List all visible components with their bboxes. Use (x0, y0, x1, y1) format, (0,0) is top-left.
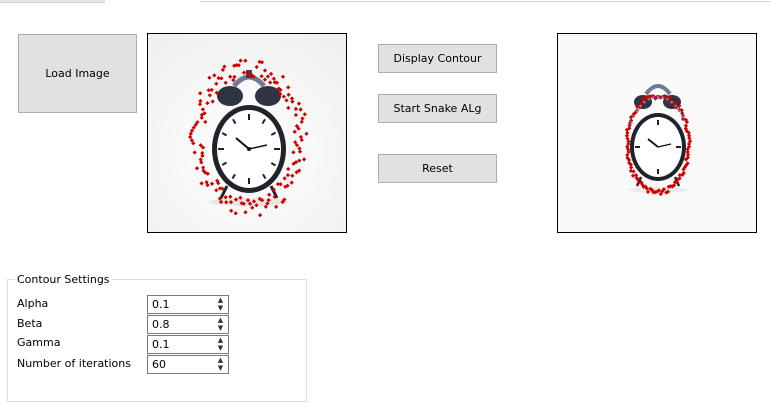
snake-point (647, 98, 650, 101)
gamma-spinbox[interactable]: 0.1 ▲ ▼ (147, 335, 229, 354)
snake-point (632, 115, 635, 118)
caret-up-icon[interactable]: ▲ (214, 356, 227, 364)
caret-up-icon[interactable]: ▲ (214, 316, 227, 324)
alpha-value[interactable]: 0.1 (152, 298, 170, 311)
caret-up-icon[interactable]: ▲ (214, 296, 227, 304)
snake-point (656, 95, 660, 99)
contour-settings-title: Contour Settings (15, 273, 112, 286)
snake-point (661, 96, 664, 99)
iterations-value[interactable]: 60 (152, 358, 166, 371)
beta-label: Beta (17, 317, 43, 330)
snake-point (674, 104, 677, 108)
tab-strip-line (200, 1, 771, 2)
tab-active[interactable] (0, 0, 105, 3)
snake-point (630, 121, 633, 124)
snake-point (652, 96, 655, 99)
snake-point (677, 109, 681, 113)
reset-button[interactable]: Reset (378, 154, 497, 183)
iterations-spinbox[interactable]: 60 ▲ ▼ (147, 355, 229, 374)
caret-down-icon[interactable]: ▼ (214, 364, 227, 372)
caret-down-icon[interactable]: ▼ (214, 344, 227, 352)
tab-strip (0, 0, 771, 3)
snake-point (643, 100, 646, 104)
beta-spinbox[interactable]: 0.8 ▲ ▼ (147, 315, 229, 334)
snake-point (639, 104, 642, 108)
snake-point (670, 100, 673, 104)
display-contour-button[interactable]: Display Contour (378, 44, 497, 73)
gamma-label: Gamma (17, 336, 61, 349)
caret-up-icon[interactable]: ▲ (214, 336, 227, 344)
gamma-value[interactable]: 0.1 (152, 338, 170, 351)
snake-point (666, 98, 669, 101)
caret-down-icon[interactable]: ▼ (214, 324, 227, 332)
snake-point (635, 109, 639, 113)
beta-value[interactable]: 0.8 (152, 318, 170, 331)
contour-settings-group: Contour Settings Alpha 0.1 ▲ ▼ Beta 0.8 … (7, 273, 307, 402)
iterations-label: Number of iterations (17, 357, 131, 370)
clock-image-with-snake (558, 34, 756, 232)
caret-down-icon[interactable]: ▼ (214, 304, 227, 312)
output-image (557, 33, 757, 233)
clock-image-with-contour (148, 34, 346, 232)
start-snake-button[interactable]: Start Snake ALg (378, 94, 497, 123)
alpha-label: Alpha (17, 297, 49, 310)
snake-point (681, 115, 684, 118)
load-image-button[interactable]: Load Image (18, 34, 137, 113)
input-image (147, 33, 347, 233)
alpha-spinbox[interactable]: 0.1 ▲ ▼ (147, 295, 229, 314)
